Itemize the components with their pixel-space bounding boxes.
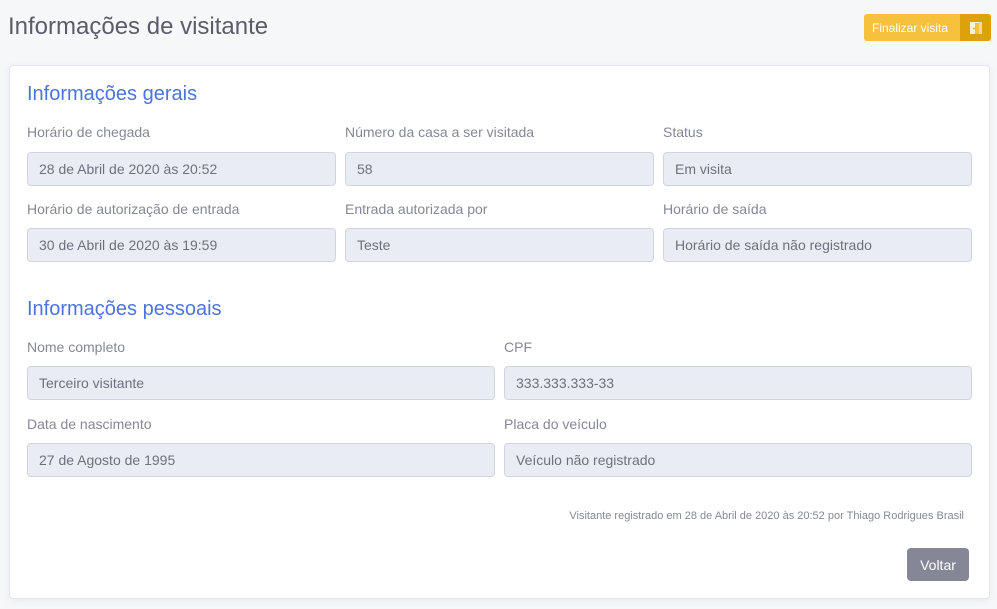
auth-time-field[interactable]: 30 de Abril de 2020 às 19:59 — [27, 228, 336, 262]
auth-time-label: Horário de autorização de entrada — [27, 201, 240, 217]
finish-visit-button[interactable]: Finalizar visita — [864, 14, 991, 41]
registration-note: Visitante registrado em 28 de Abril de 2… — [569, 510, 964, 522]
status-field[interactable]: Em visita — [663, 152, 972, 186]
cpf-field[interactable]: 333.333.333-33 — [504, 366, 972, 400]
general-info-title: Informações gerais — [27, 83, 198, 105]
status-label: Status — [663, 124, 703, 140]
auth-by-field[interactable]: Teste — [345, 228, 654, 262]
finish-visit-label: Finalizar visita — [872, 20, 949, 35]
arrival-label: Horário de chegada — [27, 124, 150, 140]
page-title: Informações de visitante — [8, 13, 269, 40]
door-exit-icon — [960, 14, 991, 41]
auth-by-label: Entrada autorizada por — [345, 201, 488, 217]
visitor-info-card: Informações gerais Horário de chegada 28… — [9, 65, 990, 599]
house-number-field[interactable]: 58 — [345, 152, 654, 186]
back-button[interactable]: Voltar — [907, 548, 969, 581]
birth-date-field[interactable]: 27 de Agosto de 1995 — [27, 443, 495, 477]
full-name-field[interactable]: Terceiro visitante — [27, 366, 495, 400]
personal-info-title: Informações pessoais — [27, 298, 222, 320]
arrival-field[interactable]: 28 de Abril de 2020 às 20:52 — [27, 152, 336, 186]
vehicle-plate-field[interactable]: Veículo não registrado — [504, 443, 972, 477]
cpf-label: CPF — [504, 339, 532, 355]
full-name-label: Nome completo — [27, 339, 126, 355]
birth-date-label: Data de nascimento — [27, 416, 152, 432]
exit-time-field[interactable]: Horário de saída não registrado — [663, 228, 972, 262]
vehicle-plate-label: Placa do veículo — [504, 416, 607, 432]
house-number-label: Número da casa a ser visitada — [345, 124, 535, 140]
exit-time-label: Horário de saída — [663, 201, 767, 217]
